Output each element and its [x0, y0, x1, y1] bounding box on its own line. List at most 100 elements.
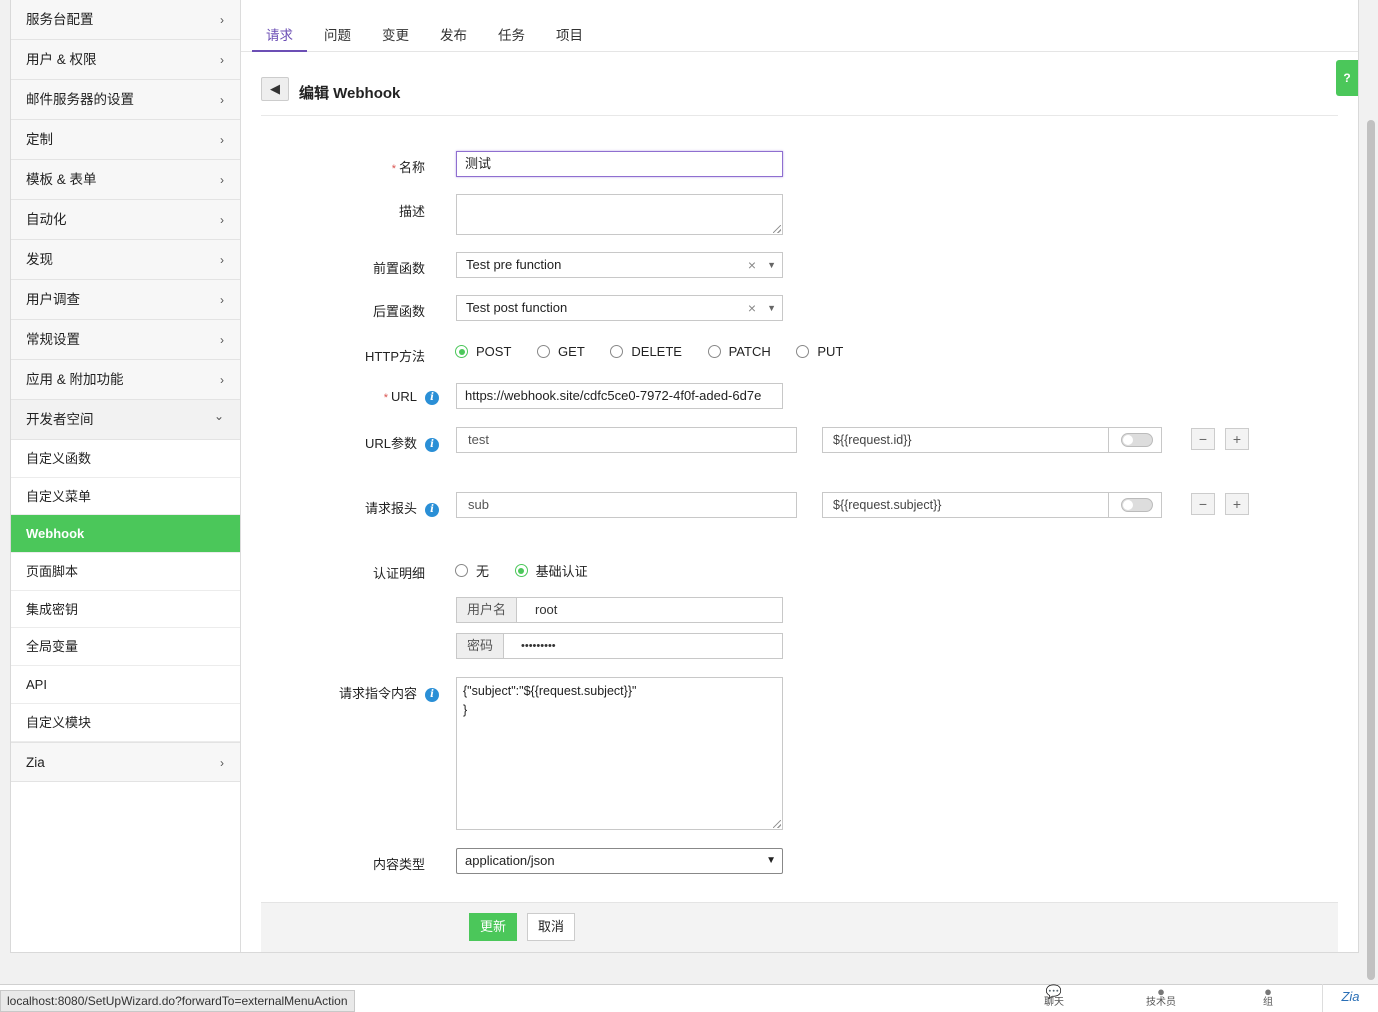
sidebar-item-templates-forms[interactable]: 模板 & 表单 › [11, 160, 240, 200]
resize-handle-icon[interactable] [773, 820, 781, 828]
chevron-right-icon: › [220, 293, 224, 307]
vertical-scrollbar[interactable] [1364, 0, 1378, 984]
url-param-key-input[interactable]: test [456, 427, 797, 453]
sidebar-item-mail-server[interactable]: 邮件服务器的设置 › [11, 80, 240, 120]
tab-problems[interactable]: 问题 [324, 24, 351, 52]
sidebar-subitem-custom-modules[interactable]: 自定义模块 [11, 703, 240, 742]
password-field[interactable]: 密码 ••••••••• [456, 633, 783, 659]
radio-get[interactable]: GET [537, 344, 585, 359]
name-label: * 名称 [391, 160, 425, 175]
description-textarea[interactable] [456, 194, 783, 235]
chevron-right-icon: › [220, 755, 224, 770]
back-button[interactable]: ◀ [261, 77, 289, 101]
tab-projects[interactable]: 项目 [556, 24, 583, 52]
form-footer [261, 902, 1338, 952]
info-icon[interactable]: i [425, 390, 439, 405]
sidebar-item-zia[interactable]: Zia › [11, 741, 240, 782]
header-toggle[interactable] [1121, 498, 1153, 512]
tab-releases[interactable]: 发布 [440, 24, 467, 52]
scrollbar-thumb[interactable] [1367, 120, 1375, 980]
sidebar-subitem-integration-keys[interactable]: 集成密钥 [11, 590, 240, 629]
password-value: ••••••••• [521, 640, 556, 652]
radio-dot [455, 564, 468, 577]
chevron-right-icon: › [220, 133, 224, 147]
update-button[interactable]: 更新 [469, 913, 517, 941]
sidebar-item-automation[interactable]: 自动化 › [11, 200, 240, 240]
sidebar-subitem-page-scripts[interactable]: 页面脚本 [11, 553, 240, 591]
sidebar-item-user-survey[interactable]: 用户调查 › [11, 280, 240, 320]
sidebar-item-developer-space[interactable]: 开发者空间 ⌄ [11, 400, 240, 440]
chevron-right-icon: › [220, 213, 224, 227]
tab-tasks[interactable]: 任务 [498, 24, 525, 52]
help-button[interactable]: ? [1336, 60, 1358, 96]
post-function-select[interactable]: Test post function × ▼ [456, 295, 783, 321]
radio-auth-none[interactable]: 无 [455, 561, 489, 580]
chevron-right-icon: › [220, 373, 224, 387]
group-icon: ● [1264, 984, 1272, 999]
chat-button[interactable]: 💬 聊天 [1034, 985, 1074, 1008]
remove-url-param-button[interactable]: − [1191, 428, 1215, 450]
sidebar-subitem-global-variables[interactable]: 全局变量 [11, 628, 240, 667]
sidebar-item-discovery[interactable]: 发现 › [11, 240, 240, 280]
http-method-label: HTTP方法 [365, 349, 425, 364]
username-addon: 用户名 [457, 598, 518, 622]
auth-radio-group: 无 基础认证 [455, 561, 610, 580]
zia-icon: Zia [1341, 989, 1360, 1004]
group-button[interactable]: ● 组 [1248, 984, 1288, 1008]
payload-textarea[interactable]: {"subject":"${{request.subject}}" } [456, 677, 783, 830]
sidebar-item-apps-addons[interactable]: 应用 & 附加功能 › [11, 360, 240, 400]
sidebar-item-users-permissions[interactable]: 用户 & 权限 › [11, 40, 240, 80]
clear-icon[interactable]: × [748, 253, 756, 277]
caret-down-icon: ▼ [767, 260, 776, 270]
chevron-down-icon: ⌄ [213, 409, 224, 423]
url-param-value-input[interactable]: ${{request.id}} [823, 428, 1109, 452]
resize-handle-icon[interactable] [773, 225, 781, 233]
caret-down-icon: ▼ [767, 303, 776, 313]
tab-requests[interactable]: 请求 [252, 24, 307, 52]
chevron-down-icon: ▼ [766, 855, 776, 866]
url-input[interactable]: https://webhook.site/cdfc5ce0-7972-4f0f-… [456, 383, 783, 409]
sidebar-item-customization[interactable]: 定制 › [11, 120, 240, 160]
name-input[interactable]: 测试 [456, 151, 783, 177]
content-type-select[interactable]: application/json ▼ [456, 848, 783, 874]
radio-post[interactable]: POST [455, 344, 511, 359]
add-header-button[interactable]: + [1225, 493, 1249, 515]
radio-put[interactable]: PUT [796, 344, 843, 359]
sidebar-subitem-api[interactable]: API [11, 666, 240, 704]
radio-dot [796, 345, 810, 358]
remove-header-button[interactable]: − [1191, 493, 1215, 515]
radio-auth-basic[interactable]: 基础认证 [514, 561, 588, 580]
radio-dot [514, 564, 528, 577]
sidebar-subitem-custom-menus[interactable]: 自定义菜单 [11, 477, 240, 516]
zia-logo[interactable]: Zia [1322, 984, 1378, 1012]
radio-delete[interactable]: DELETE [610, 344, 682, 359]
info-icon[interactable]: i [425, 437, 439, 452]
chevron-right-icon: › [220, 253, 224, 267]
tab-changes[interactable]: 变更 [382, 24, 409, 52]
chevron-right-icon: › [220, 173, 224, 187]
clear-icon[interactable]: × [748, 296, 756, 320]
header-value-input[interactable]: ${{request.subject}} [823, 493, 1109, 517]
info-icon[interactable]: i [425, 502, 439, 517]
sidebar-subitem-custom-functions[interactable]: 自定义函数 [11, 440, 240, 478]
module-tabs: 请求 问题 变更 发布 任务 项目 [241, 0, 1358, 52]
radio-patch[interactable]: PATCH [707, 344, 771, 359]
radio-dot [610, 345, 624, 358]
password-addon: 密码 [457, 634, 505, 658]
sidebar-subitem-webhook[interactable]: Webhook [11, 515, 240, 554]
url-param-toggle[interactable] [1121, 433, 1153, 447]
info-icon[interactable]: i [425, 687, 439, 702]
technician-button[interactable]: ● 技术员 [1141, 985, 1181, 1008]
header-key-input[interactable]: sub [456, 492, 797, 518]
description-label: 描述 [398, 204, 425, 219]
radio-dot [537, 345, 551, 358]
username-field[interactable]: 用户名 root [456, 597, 783, 623]
headers-label: 请求报头 i [365, 498, 439, 517]
pre-function-select[interactable]: Test pre function × ▼ [456, 252, 783, 278]
sidebar-item-general-settings[interactable]: 常规设置 › [11, 320, 240, 360]
add-url-param-button[interactable]: + [1225, 428, 1249, 450]
radio-dot [707, 345, 721, 358]
cancel-button[interactable]: 取消 [527, 913, 575, 941]
content-type-label: 内容类型 [372, 857, 425, 872]
sidebar-item-service-desk-config[interactable]: 服务台配置 › [11, 0, 240, 40]
